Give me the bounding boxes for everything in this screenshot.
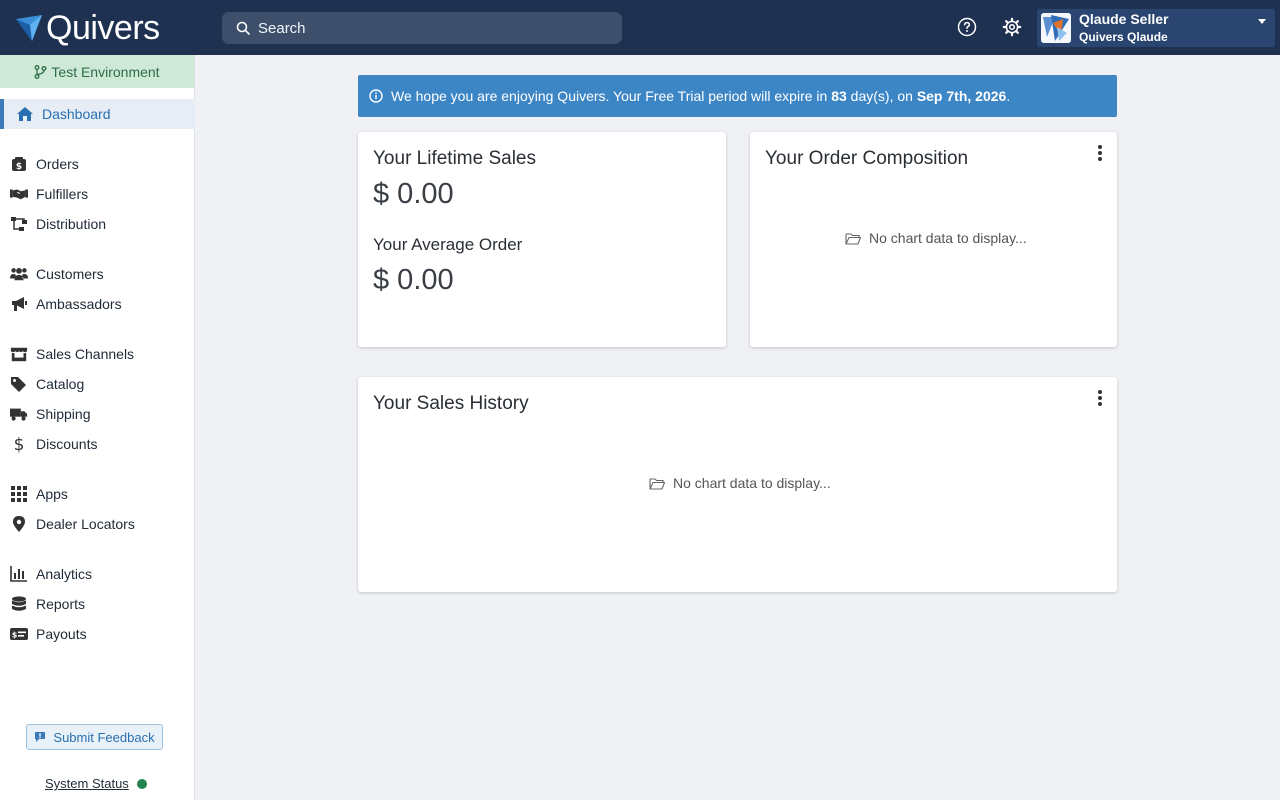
trial-banner: We hope you are enjoying Quivers. Your F… (358, 75, 1117, 117)
sidebar-item-label: Shipping (36, 406, 91, 422)
sales-history-title: Your Sales History (373, 393, 529, 414)
sidebar-item-distribution[interactable]: Distribution (0, 209, 195, 239)
sidebar-item-label: Discounts (36, 436, 98, 452)
average-order-value: $ 0.00 (373, 264, 454, 296)
feedback-icon (35, 732, 46, 742)
sales-history-card: Your Sales History No chart data to disp… (358, 377, 1117, 592)
sidebar-item-reports[interactable]: Reports (0, 589, 195, 619)
user-org: Quivers Qlaude (1079, 30, 1168, 44)
store-icon (10, 346, 28, 362)
more-vertical-icon[interactable] (1097, 144, 1103, 162)
environment-label: Test Environment (51, 63, 160, 80)
sidebar-item-label: Distribution (36, 216, 107, 232)
org-logo-icon (1041, 13, 1071, 43)
sidebar-item-label: Orders (36, 156, 79, 172)
folder-open-icon (845, 232, 861, 245)
megaphone-icon (10, 296, 28, 312)
database-icon (10, 596, 28, 612)
sidebar-item-discounts[interactable]: $ Discounts (0, 429, 195, 459)
sidebar-item-shipping[interactable]: Shipping (0, 399, 195, 429)
svg-text:$: $ (16, 162, 22, 172)
sidebar-item-label: Reports (36, 596, 86, 612)
sidebar-item-label: Payouts (36, 626, 87, 642)
info-icon (369, 89, 383, 103)
search-icon (236, 21, 250, 35)
git-branch-icon (34, 64, 47, 79)
lifetime-sales-title: Your Lifetime Sales (373, 148, 537, 169)
tags-icon (10, 376, 28, 392)
quivers-logo-icon (16, 15, 42, 41)
sidebar-item-label: Sales Channels (36, 346, 135, 362)
system-status-label: System Status (45, 776, 129, 791)
user-name: Qlaude Seller (1079, 11, 1169, 27)
orders-icon: $ (10, 156, 28, 172)
map-pin-icon (10, 516, 28, 532)
sidebar-item-label: Catalog (36, 376, 85, 392)
caret-down-icon[interactable] (1257, 17, 1267, 25)
account-menu[interactable]: Qlaude Seller Quivers Qlaude (1037, 9, 1275, 47)
truck-icon (10, 406, 28, 422)
dollar-icon: $ (10, 435, 28, 453)
sidebar-item-dashboard[interactable]: Dashboard (0, 99, 195, 129)
sidebar-item-label: Customers (36, 266, 104, 282)
submit-feedback-button[interactable]: Submit Feedback (26, 724, 163, 750)
sidebar-item-label: Analytics (36, 566, 93, 582)
svg-text:$: $ (12, 631, 18, 640)
sidebar-item-label: Dealer Locators (36, 516, 135, 532)
sidebar-item-catalog[interactable]: Catalog (0, 369, 195, 399)
brand-name: Quivers (46, 9, 160, 47)
search-box[interactable] (222, 12, 622, 44)
sidebar-item-label: Ambassadors (36, 296, 122, 312)
sidebar-item-payouts[interactable]: $ Payouts (0, 619, 195, 649)
sidebar-item-ambassadors[interactable]: Ambassadors (0, 289, 195, 319)
banner-text: We hope you are enjoying Quivers. Your F… (391, 88, 1011, 104)
sidebar-item-analytics[interactable]: Analytics (0, 559, 195, 589)
submit-feedback-label: Submit Feedback (53, 729, 155, 745)
trial-days: 83 (831, 88, 847, 104)
svg-text:$: $ (14, 435, 25, 453)
order-composition-title: Your Order Composition (765, 148, 969, 169)
money-check-icon: $ (10, 626, 28, 642)
lifetime-sales-card: Your Lifetime Sales $ 0.00 Your Average … (358, 132, 726, 347)
lifetime-sales-value: $ 0.00 (373, 178, 454, 210)
trial-end-date: Sep 7th, 2026 (916, 88, 1007, 104)
distribution-icon (10, 216, 28, 232)
environment-badge: Test Environment (0, 55, 194, 88)
system-status-link[interactable]: System Status (45, 776, 147, 791)
sidebar-item-label: Apps (36, 486, 68, 502)
history-empty-state: No chart data to display... (649, 475, 831, 491)
users-icon (10, 266, 28, 282)
folder-open-icon (649, 477, 665, 490)
status-dot-icon (136, 778, 147, 789)
sidebar-item-orders[interactable]: $ Orders (0, 149, 195, 179)
brand-logo[interactable]: Quivers (14, 10, 160, 46)
bar-chart-icon (10, 566, 28, 582)
more-vertical-icon[interactable] (1097, 389, 1103, 407)
sidebar: Test Environment Dashboard $ Orders Fulf… (0, 55, 195, 800)
sidebar-item-sales-channels[interactable]: Sales Channels (0, 339, 195, 369)
average-order-title: Your Average Order (373, 235, 523, 254)
help-icon[interactable] (957, 17, 977, 37)
sidebar-item-dealer-locators[interactable]: Dealer Locators (0, 509, 195, 539)
search-input[interactable] (258, 19, 598, 37)
grid-icon (10, 486, 28, 502)
sidebar-item-label: Dashboard (42, 106, 111, 122)
sidebar-item-apps[interactable]: Apps (0, 479, 195, 509)
top-bar: Quivers Search Qlaude Seller Quivers Qla… (0, 0, 1280, 55)
sidebar-item-label: Fulfillers (36, 186, 89, 202)
settings-gear-icon[interactable] (1002, 17, 1022, 37)
sidebar-item-fulfillers[interactable]: Fulfillers (0, 179, 195, 209)
home-icon (16, 106, 34, 122)
sidebar-item-customers[interactable]: Customers (0, 259, 195, 289)
avatar (1041, 13, 1071, 43)
composition-empty-state: No chart data to display... (845, 230, 1027, 246)
order-composition-card: Your Order Composition No chart data to … (750, 132, 1117, 347)
handshake-icon (10, 186, 28, 202)
